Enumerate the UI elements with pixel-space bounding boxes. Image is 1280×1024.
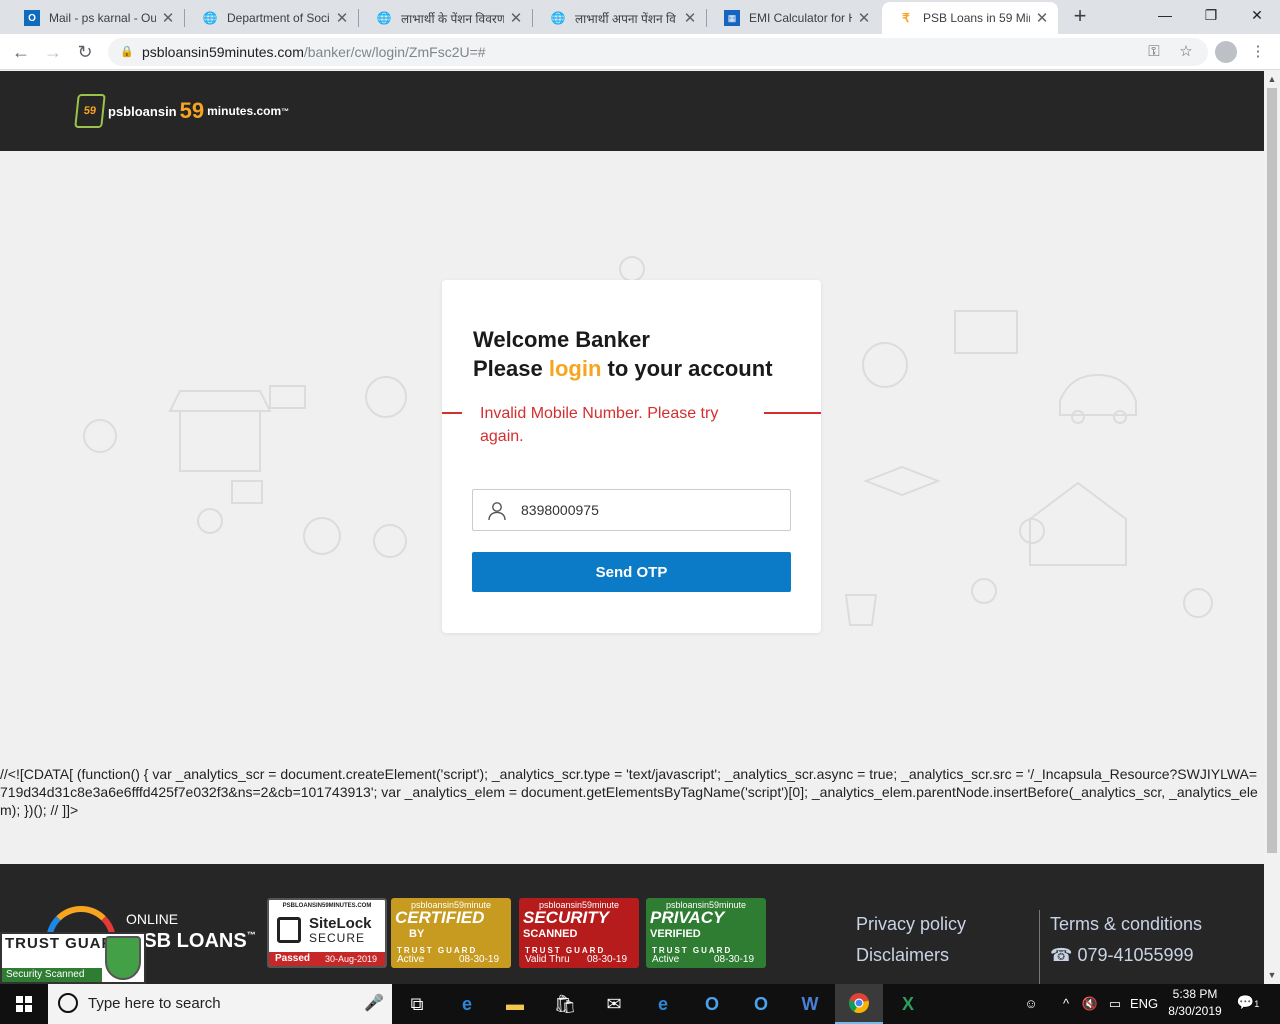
- excel-icon[interactable]: X: [884, 984, 932, 1024]
- language-indicator[interactable]: ENG: [1130, 984, 1158, 1024]
- chrome-icon[interactable]: [835, 984, 883, 1024]
- store-icon[interactable]: 🛍: [541, 984, 589, 1024]
- close-window-button[interactable]: ✕: [1234, 0, 1280, 32]
- close-icon[interactable]: ✕: [682, 9, 698, 27]
- security-scanned-seal[interactable]: psbloansin59minute SECURITY SCANNED TRUS…: [519, 898, 639, 968]
- address-bar[interactable]: 🔒 psbloansin59minutes.com/banker/cw/logi…: [108, 38, 1208, 66]
- outlook-icon[interactable]: O: [737, 984, 785, 1024]
- reload-button[interactable]: ↻: [72, 39, 98, 65]
- file-explorer-icon[interactable]: ▬: [491, 984, 539, 1024]
- sitelock-seal[interactable]: PSBLOANSIN59MINUTES.COM SiteLock SECURE …: [267, 898, 387, 968]
- mobile-input[interactable]: [521, 490, 781, 530]
- microphone-icon[interactable]: 🎤: [364, 993, 384, 1013]
- user-icon: [488, 502, 506, 521]
- lock-icon: 🔒: [120, 46, 134, 58]
- close-icon[interactable]: ✕: [856, 9, 872, 27]
- tab-strip: O Mail - ps karnal - Out ✕ 🌐 Department …: [0, 0, 1280, 34]
- scroll-up-arrow[interactable]: ▲: [1264, 71, 1280, 87]
- notification-icon[interactable]: 💬1: [1236, 994, 1260, 1016]
- globe-icon: 🌐: [550, 11, 566, 25]
- close-icon[interactable]: ✕: [160, 9, 176, 27]
- outlook-icon[interactable]: O: [688, 984, 736, 1024]
- start-button[interactable]: [0, 984, 48, 1024]
- edge-icon[interactable]: e: [443, 984, 491, 1024]
- chrome-logo: [849, 993, 869, 1013]
- volume-muted-icon[interactable]: 🔇: [1080, 984, 1100, 1024]
- tab-mail[interactable]: O Mail - ps karnal - Out ✕: [8, 2, 184, 34]
- browser-toolbar: ← → ↻ 🔒 psbloansin59minutes.com/banker/c…: [0, 34, 1280, 70]
- scroll-down-arrow[interactable]: ▼: [1264, 967, 1280, 983]
- task-view-icon[interactable]: ⧉: [393, 984, 441, 1024]
- word-icon[interactable]: W: [786, 984, 834, 1024]
- network-icon[interactable]: ▭: [1104, 984, 1126, 1024]
- star-icon[interactable]: ☆: [1175, 41, 1197, 63]
- tab-pension-own[interactable]: 🌐 लाभार्थी अपना पेंशन वि ✕: [534, 2, 706, 34]
- site-header: 59 psbloansin 59 minutes.com ™: [0, 71, 1264, 151]
- send-otp-button[interactable]: Send OTP: [472, 552, 791, 592]
- close-icon[interactable]: ✕: [334, 9, 350, 27]
- globe-icon: 🌐: [202, 11, 218, 25]
- privacy-policy-link[interactable]: Privacy policy: [856, 914, 966, 935]
- people-icon[interactable]: ☺: [1020, 984, 1042, 1024]
- phone-number[interactable]: ☎ 079-41055999: [1050, 945, 1194, 966]
- padlock-icon: [277, 917, 301, 943]
- shield-icon: [105, 936, 141, 980]
- back-button[interactable]: ←: [8, 39, 34, 65]
- menu-icon[interactable]: ⋮: [1247, 41, 1269, 63]
- scroll-thumb[interactable]: [1267, 88, 1277, 853]
- outlook-icon: O: [24, 10, 40, 26]
- tab-pension-details[interactable]: 🌐 लाभार्थी के पेंशन विवरण ✕: [360, 2, 532, 34]
- certified-seal[interactable]: psbloansin59minute CERTIFIED BY TRUST GU…: [391, 898, 511, 968]
- site-footer: ONLINE PSB LOANS™ TRUST GUARD Security S…: [0, 864, 1264, 984]
- tab-department[interactable]: 🌐 Department of Socia ✕: [186, 2, 358, 34]
- login-card: Welcome Banker Please login to your acco…: [442, 280, 821, 633]
- welcome-heading: Welcome Banker Please login to your acco…: [473, 327, 773, 381]
- privacy-verified-seal[interactable]: psbloansin59minute PRIVACY VERIFIED TRUS…: [646, 898, 766, 968]
- forward-button[interactable]: →: [40, 39, 66, 65]
- minimize-button[interactable]: —: [1142, 0, 1188, 32]
- analytics-script-text: //<![CDATA[ (function() { var _analytics…: [0, 766, 1258, 818]
- chevron-up-icon[interactable]: ^: [1058, 984, 1074, 1024]
- globe-icon: 🌐: [376, 11, 392, 25]
- restore-button[interactable]: ❐: [1188, 0, 1234, 32]
- page-viewport: 59 psbloansin 59 minutes.com ™ Welcome B…: [0, 71, 1264, 984]
- close-icon[interactable]: ✕: [508, 9, 524, 27]
- trust-guard-badge[interactable]: TRUST GUARD Security Scanned: [0, 932, 146, 984]
- system-clock[interactable]: 5:38 PM 8/30/2019: [1160, 986, 1230, 1020]
- windows-icon: [16, 996, 32, 1012]
- close-icon[interactable]: ✕: [1034, 9, 1050, 27]
- mobile-number-field[interactable]: [472, 489, 791, 531]
- disclaimers-link[interactable]: Disclaimers: [856, 945, 949, 966]
- windows-taskbar: Type here to search 🎤 ⧉ e ▬ 🛍 ✉ e O O W …: [0, 984, 1280, 1024]
- emi-icon: ▦: [724, 10, 740, 26]
- mail-icon[interactable]: ✉: [590, 984, 638, 1024]
- profile-avatar[interactable]: [1215, 41, 1237, 63]
- logo-badge: 59: [74, 94, 106, 128]
- psb-icon: ₹: [902, 11, 910, 25]
- tab-psb-loans[interactable]: ₹ PSB Loans in 59 Minu ✕: [882, 2, 1058, 34]
- terms-link[interactable]: Terms & conditions: [1050, 914, 1202, 935]
- taskbar-search[interactable]: Type here to search 🎤: [48, 984, 392, 1024]
- key-icon[interactable]: ⚿: [1143, 41, 1165, 63]
- site-logo[interactable]: 59 psbloansin 59 minutes.com ™: [74, 91, 289, 131]
- tab-emi-calculator[interactable]: ▦ EMI Calculator for Ho ✕: [708, 2, 880, 34]
- phone-icon: ☎: [1050, 945, 1073, 965]
- search-icon: [58, 993, 78, 1013]
- internet-explorer-icon[interactable]: e: [639, 984, 687, 1024]
- new-tab-button[interactable]: +: [1068, 5, 1092, 29]
